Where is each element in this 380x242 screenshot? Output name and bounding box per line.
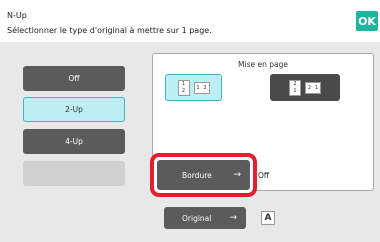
screen-instruction: Sélectionner le type d'original à mettre… (7, 26, 212, 35)
page-number: 2 (307, 84, 312, 91)
nup-off-button[interactable]: Off (23, 66, 125, 91)
layout-option-2-1[interactable]: 2 1 2 1 (270, 74, 340, 101)
layout-panel-title: Mise en page (238, 60, 288, 69)
header: N-Up Sélectionner le type d'original à m… (0, 0, 380, 42)
ok-button[interactable]: OK (356, 11, 378, 31)
layout-option-1-2[interactable]: 1 2 1 2 (165, 74, 222, 101)
side-by-side-pages-icon: 1 2 (193, 81, 210, 94)
nup-screen: N-Up Sélectionner le type d'original à m… (0, 0, 380, 242)
nup-4up-button[interactable]: 4-Up (23, 129, 125, 154)
stacked-pages-icon: 2 1 (289, 79, 301, 96)
arrow-right-icon: → (229, 213, 237, 223)
nup-2up-button[interactable]: 2-Up (23, 97, 125, 122)
stacked-pages-icon: 1 2 (177, 79, 190, 96)
page-number: 2 (181, 87, 186, 94)
screen-title: N-Up (7, 11, 27, 20)
original-button[interactable]: Original → (164, 207, 246, 229)
side-by-side-pages-icon: 2 1 (305, 81, 321, 94)
page-number: 2 (293, 80, 297, 87)
original-label: Original (182, 213, 212, 223)
bordure-label: Bordure (182, 170, 212, 180)
bordure-value: Off (258, 171, 270, 180)
bordure-button[interactable]: Bordure → (157, 160, 250, 190)
arrow-right-icon: → (233, 170, 241, 180)
page-number: 2 (203, 84, 207, 91)
original-orientation-icon: A (261, 211, 275, 225)
page-number: 1 (181, 80, 186, 87)
page-number: 1 (314, 84, 319, 91)
page-number: 1 (293, 87, 297, 94)
nup-disabled-button (23, 161, 125, 186)
page-number: 1 (196, 84, 200, 91)
